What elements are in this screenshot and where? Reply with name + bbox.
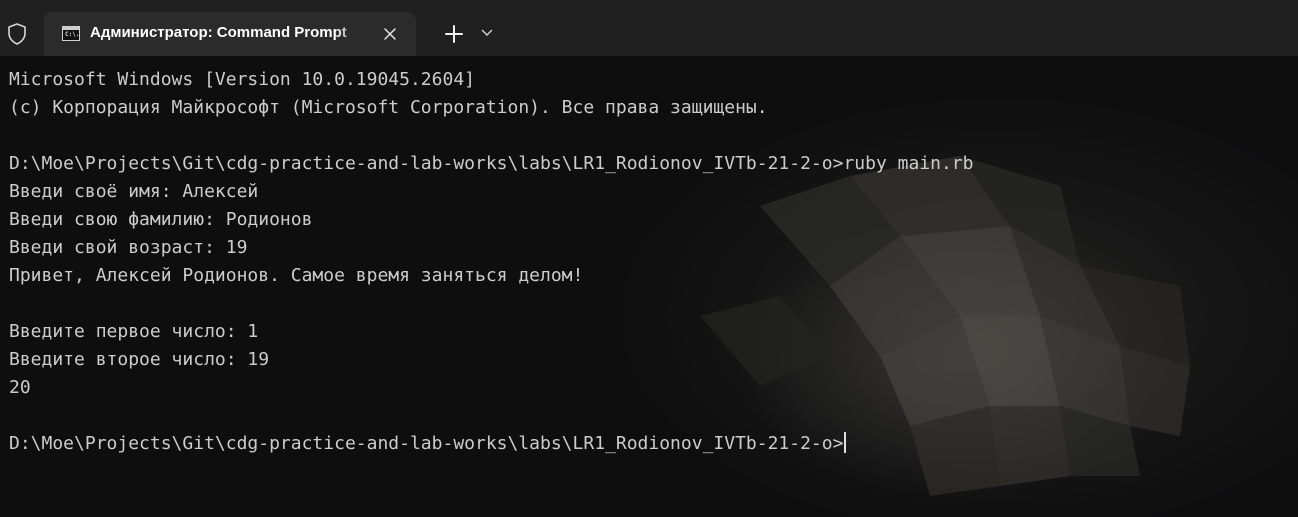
console-line: Microsoft Windows [Version 10.0.19045.26… [9,69,475,90]
console-line: Введите второе число: 19 [9,349,270,370]
console-line: Введи свой возраст: 19 [9,237,248,258]
tab-title: Администратор: Command Prompt [90,24,347,41]
console-line: D:\Moe\Projects\Git\cdg-practice-and-lab… [9,153,974,174]
close-icon [384,28,396,40]
tab-dropdown-button[interactable] [476,22,498,44]
tab-command-prompt[interactable]: C:\. Администратор: Command Prompt [44,12,416,56]
cmd-icon: C:\. [62,26,80,41]
prompt-text: D:\Moe\Projects\Git\cdg-practice-and-lab… [9,433,844,454]
console-line: (c) Корпорация Майкрософт (Microsoft Cor… [9,97,768,118]
chevron-down-icon [481,29,493,37]
console-line: Введите первое число: 1 [9,321,259,342]
close-tab-button[interactable] [378,22,402,46]
console-prompt-line[interactable]: D:\Moe\Projects\Git\cdg-practice-and-lab… [9,430,974,458]
cmd-icon-text: C:\. [65,31,80,38]
shield-icon [4,20,30,48]
console-line: Введи свою фамилию: Родионов [9,209,313,230]
new-tab-button[interactable] [440,20,468,48]
terminal-window: C:\. Администратор: Command Prompt Micro… [0,0,1298,517]
tab-bar: C:\. Администратор: Command Prompt [0,0,1298,56]
console-output[interactable]: Microsoft Windows [Version 10.0.19045.26… [0,56,1298,517]
text-cursor [844,432,847,453]
plus-icon [445,25,463,43]
console-line: Привет, Алексей Родионов. Самое время за… [9,265,584,286]
console-lines: Microsoft Windows [Version 10.0.19045.26… [9,66,974,458]
console-line: Введи своё имя: Алексей [9,181,259,202]
console-line: 20 [9,377,31,398]
